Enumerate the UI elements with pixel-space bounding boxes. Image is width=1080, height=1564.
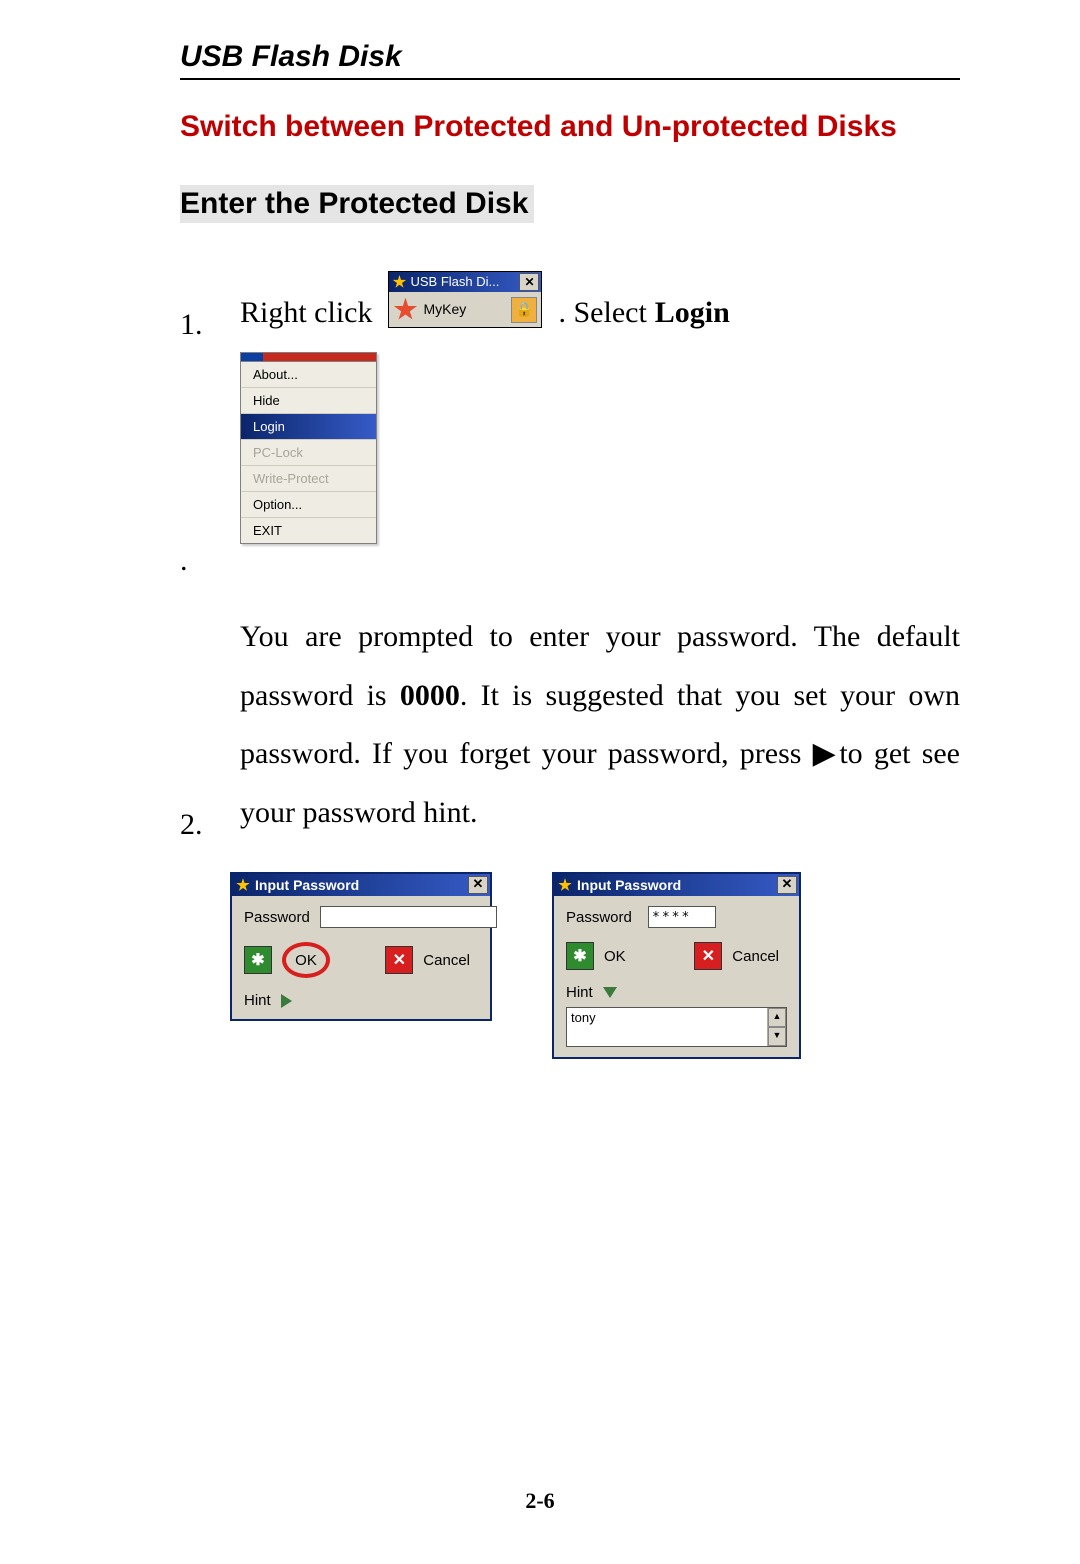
ok-button[interactable]: OK bbox=[604, 948, 626, 965]
step-2-text: You are prompted to enter your password.… bbox=[240, 608, 960, 842]
cancel-button[interactable]: Cancel bbox=[423, 952, 470, 969]
cancel-icon[interactable]: ✕ bbox=[694, 942, 722, 970]
cancel-button[interactable]: Cancel bbox=[732, 948, 779, 965]
menu-item-login[interactable]: Login bbox=[241, 414, 376, 440]
page-number: 2-6 bbox=[0, 1488, 1080, 1514]
star-icon bbox=[558, 878, 572, 892]
hint-textarea[interactable]: tony ▲ ▼ bbox=[566, 1007, 787, 1047]
dialog-titlebar[interactable]: Input Password ✕ bbox=[554, 874, 799, 896]
scroll-down-icon[interactable]: ▼ bbox=[768, 1027, 786, 1046]
subsection-title: Enter the Protected Disk bbox=[180, 185, 534, 223]
input-password-dialog-collapsed[interactable]: Input Password ✕ Password ✱ OK ✕ Cancel bbox=[230, 872, 492, 1021]
step-1-text-pre: Right click bbox=[240, 284, 372, 343]
input-password-dialog-expanded[interactable]: Input Password ✕ Password ✱ OK ✕ Cancel … bbox=[552, 872, 801, 1059]
step-1-number: 1. bbox=[180, 308, 240, 342]
menu-item-hide[interactable]: Hide bbox=[241, 388, 376, 414]
password-input[interactable] bbox=[648, 906, 716, 928]
ok-highlight-circle: OK bbox=[282, 942, 330, 978]
star-icon bbox=[393, 298, 417, 322]
password-input[interactable] bbox=[320, 906, 497, 928]
hint-label: Hint bbox=[244, 992, 271, 1009]
dialog-title: Input Password bbox=[577, 877, 775, 893]
dialog-titlebar[interactable]: Input Password ✕ bbox=[232, 874, 490, 896]
cancel-icon[interactable]: ✕ bbox=[385, 946, 413, 974]
menu-item-writeprotect: Write-Protect bbox=[241, 466, 376, 492]
hint-label: Hint bbox=[566, 984, 593, 1001]
ok-button[interactable]: OK bbox=[295, 952, 317, 969]
mykey-label: MyKey bbox=[423, 296, 466, 323]
password-label: Password bbox=[566, 909, 638, 926]
menu-item-exit[interactable]: EXIT bbox=[241, 518, 376, 543]
step-1-text-post: . Select bbox=[558, 284, 646, 343]
scroll-up-icon[interactable]: ▲ bbox=[768, 1008, 786, 1027]
collapse-hint-icon[interactable] bbox=[603, 987, 617, 998]
context-menu[interactable]: About... Hide Login PC-Lock Write-Protec… bbox=[240, 352, 377, 544]
mykey-title-text: USB Flash Di... bbox=[410, 269, 517, 294]
step-2-number: 2. bbox=[180, 808, 240, 842]
mykey-toolbar[interactable]: USB Flash Di... ✕ MyKey 🔒 bbox=[388, 271, 542, 328]
ok-icon[interactable]: ✱ bbox=[566, 942, 594, 970]
mykey-titlebar[interactable]: USB Flash Di... ✕ bbox=[389, 272, 541, 292]
lock-icon[interactable]: 🔒 bbox=[511, 297, 537, 323]
step-2: 2. You are prompted to enter your passwo… bbox=[180, 608, 960, 842]
step-1-text-bold: Login bbox=[655, 284, 730, 343]
dialog-title: Input Password bbox=[255, 877, 466, 893]
menu-item-about[interactable]: About... bbox=[241, 362, 376, 388]
context-menu-strip bbox=[241, 353, 376, 362]
step-1: 1. Right click USB Flash Di... ✕ MyKey 🔒 bbox=[180, 271, 960, 342]
expand-hint-icon[interactable] bbox=[281, 994, 292, 1008]
ok-icon[interactable]: ✱ bbox=[244, 946, 272, 974]
close-icon[interactable]: ✕ bbox=[777, 876, 797, 894]
star-icon bbox=[392, 275, 406, 289]
close-icon[interactable]: ✕ bbox=[519, 273, 539, 291]
close-icon[interactable]: ✕ bbox=[468, 876, 488, 894]
star-icon bbox=[236, 878, 250, 892]
menu-item-pclock: PC-Lock bbox=[241, 440, 376, 466]
step-2-default-pw: 0000 bbox=[400, 679, 460, 712]
password-label: Password bbox=[244, 909, 310, 926]
hint-value: tony bbox=[571, 1010, 596, 1025]
page-header-title: USB Flash Disk bbox=[180, 40, 960, 80]
menu-item-option[interactable]: Option... bbox=[241, 492, 376, 518]
section-title: Switch between Protected and Un-protecte… bbox=[180, 98, 960, 155]
scrollbar[interactable]: ▲ ▼ bbox=[767, 1008, 786, 1046]
